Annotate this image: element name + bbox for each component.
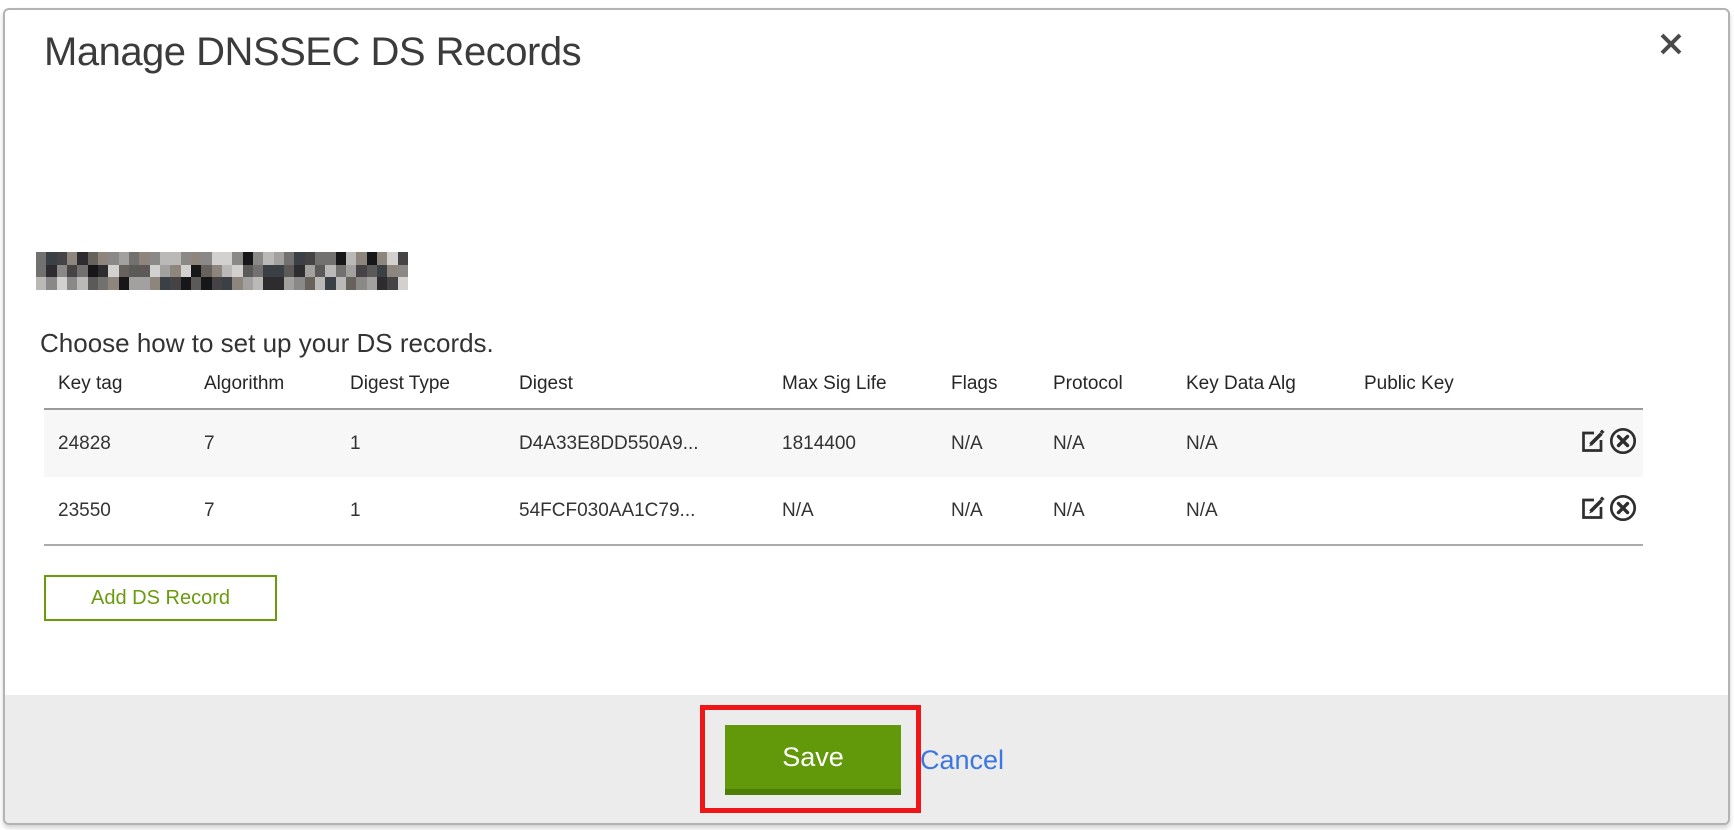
dialog-title: Manage DNSSEC DS Records xyxy=(44,30,581,75)
column-header-max-sig-life: Max Sig Life xyxy=(768,373,937,409)
column-header-algorithm: Algorithm xyxy=(190,373,336,409)
instruction-text: Choose how to set up your DS records. xyxy=(40,328,494,359)
cell-algorithm: 7 xyxy=(190,409,336,477)
close-icon xyxy=(1657,30,1685,63)
cell-algorithm: 7 xyxy=(190,477,336,545)
manage-dnssec-dialog: Manage DNSSEC DS Records Choose how to s… xyxy=(3,8,1730,825)
cell-max-sig-life: N/A xyxy=(768,477,937,545)
cell-flags: N/A xyxy=(937,409,1039,477)
cell-public-key xyxy=(1350,477,1577,545)
save-button[interactable]: Save xyxy=(725,725,901,795)
column-header-key-tag: Key tag xyxy=(44,373,190,409)
table-row: 2482871D4A33E8DD550A9...1814400N/AN/AN/A xyxy=(44,409,1643,477)
cell-digest: 54FCF030AA1C79... xyxy=(505,477,768,545)
cell-protocol: N/A xyxy=(1039,477,1172,545)
cell-max-sig-life: 1814400 xyxy=(768,409,937,477)
cell-digest-type: 1 xyxy=(336,477,505,545)
row-actions xyxy=(1577,477,1643,545)
cell-digest: D4A33E8DD550A9... xyxy=(505,409,768,477)
cell-key-tag: 24828 xyxy=(44,409,190,477)
remove-record-icon[interactable] xyxy=(1608,493,1638,523)
table-header-row: Key tagAlgorithmDigest TypeDigestMax Sig… xyxy=(44,373,1643,409)
column-header-digest-type: Digest Type xyxy=(336,373,505,409)
edit-record-icon[interactable] xyxy=(1577,426,1607,456)
table-row: 235507154FCF030AA1C79...N/AN/AN/AN/A xyxy=(44,477,1643,545)
cell-protocol: N/A xyxy=(1039,409,1172,477)
cell-public-key xyxy=(1350,409,1577,477)
ds-records-table: Key tagAlgorithmDigest TypeDigestMax Sig… xyxy=(44,373,1643,546)
redacted-domain-text xyxy=(36,252,408,290)
column-header-public-key: Public Key xyxy=(1350,373,1577,409)
cell-flags: N/A xyxy=(937,477,1039,545)
row-actions xyxy=(1577,409,1643,477)
cell-digest-type: 1 xyxy=(336,409,505,477)
add-ds-record-button[interactable]: Add DS Record xyxy=(44,575,277,621)
cell-key-tag: 23550 xyxy=(44,477,190,545)
cell-key-data-alg: N/A xyxy=(1172,409,1350,477)
cancel-link[interactable]: Cancel xyxy=(920,745,1004,776)
column-header-flags: Flags xyxy=(937,373,1039,409)
column-header-key-data-alg: Key Data Alg xyxy=(1172,373,1350,409)
edit-record-icon[interactable] xyxy=(1577,493,1607,523)
remove-record-icon[interactable] xyxy=(1608,426,1638,456)
close-button[interactable] xyxy=(1653,28,1689,64)
column-header-protocol: Protocol xyxy=(1039,373,1172,409)
cell-key-data-alg: N/A xyxy=(1172,477,1350,545)
column-header-digest: Digest xyxy=(505,373,768,409)
